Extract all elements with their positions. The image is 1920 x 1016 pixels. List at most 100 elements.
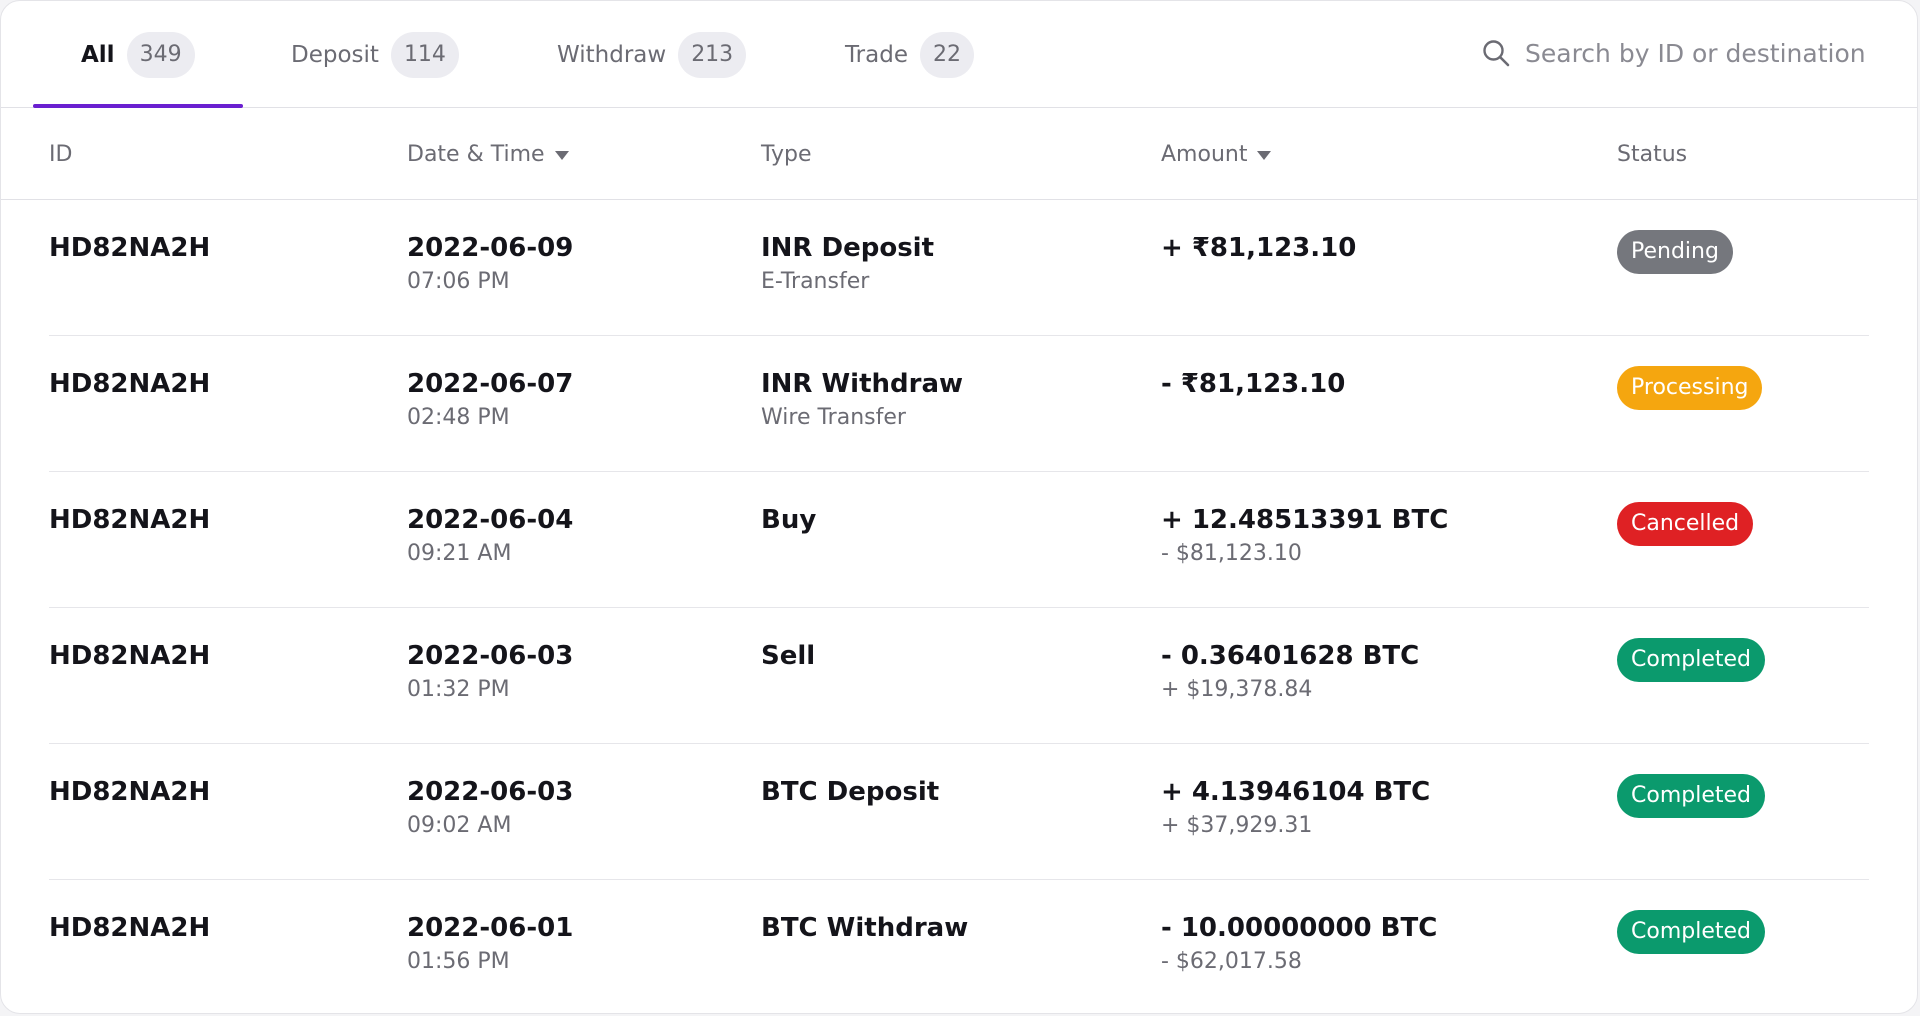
status-cell: Completed <box>1617 638 1765 682</box>
column-label: Amount <box>1161 141 1248 167</box>
column-header-type: Type <box>761 108 812 200</box>
transaction-id: HD82NA2H <box>49 369 211 399</box>
tab-label: Deposit <box>291 41 379 68</box>
transaction-id: HD82NA2H <box>49 913 211 943</box>
status-cell: Processing <box>1617 366 1763 410</box>
column-label: ID <box>49 141 73 167</box>
status-badge: Completed <box>1617 910 1765 954</box>
transaction-date: 2022-06-01 <box>407 913 574 943</box>
transaction-date: 2022-06-04 <box>407 505 574 535</box>
tab-withdraw[interactable]: Withdraw 213 <box>557 1 747 108</box>
tab-count-badge: 349 <box>126 31 195 78</box>
amount-cell: + ₹81,123.10 <box>1161 230 1356 266</box>
transaction-amount: + 12.48513391 BTC <box>1161 505 1449 535</box>
search-icon <box>1481 38 1511 68</box>
amount-cell: + 4.13946104 BTC + $37,929.31 <box>1161 774 1430 842</box>
id-cell: HD82NA2H <box>49 774 210 810</box>
status-badge: Completed <box>1617 638 1765 682</box>
table-row[interactable]: HD82NA2H 2022-06-01 01:56 PM BTC Withdra… <box>1 880 1917 1013</box>
transaction-amount: - ₹81,123.10 <box>1161 369 1346 399</box>
column-label: Date & Time <box>407 141 545 167</box>
tab-all[interactable]: All 349 <box>81 1 195 108</box>
transaction-amount-secondary: + $37,929.31 <box>1161 813 1313 838</box>
transaction-date: 2022-06-03 <box>407 641 574 671</box>
date-cell: 2022-06-09 07:06 PM <box>407 230 573 298</box>
status-cell: Pending <box>1617 230 1733 274</box>
transaction-date: 2022-06-09 <box>407 233 574 263</box>
column-header-id: ID <box>49 108 72 200</box>
transaction-type: INR Deposit <box>761 233 935 263</box>
transaction-type: BTC Deposit <box>761 777 940 807</box>
status-cell: Completed <box>1617 910 1765 954</box>
amount-cell: - 10.00000000 BTC - $62,017.58 <box>1161 910 1437 978</box>
transaction-type: INR Withdraw <box>761 369 964 399</box>
transaction-time: 02:48 PM <box>407 405 510 430</box>
table-row[interactable]: HD82NA2H 2022-06-09 07:06 PM INR Deposit… <box>1 200 1917 336</box>
transaction-id: HD82NA2H <box>49 505 211 535</box>
transactions-table-body: HD82NA2H 2022-06-09 07:06 PM INR Deposit… <box>1 200 1917 1013</box>
transaction-date: 2022-06-07 <box>407 369 574 399</box>
status-badge: Pending <box>1617 230 1733 274</box>
id-cell: HD82NA2H <box>49 910 210 946</box>
search-input[interactable] <box>1525 38 1885 68</box>
type-cell: INR Deposit E-Transfer <box>761 230 934 298</box>
column-header-date-time[interactable]: Date & Time <box>407 108 569 200</box>
table-row[interactable]: HD82NA2H 2022-06-07 02:48 PM INR Withdra… <box>1 336 1917 472</box>
type-cell: INR Withdraw Wire Transfer <box>761 366 963 434</box>
status-badge: Cancelled <box>1617 502 1754 546</box>
tab-count-badge: 114 <box>390 31 459 78</box>
type-cell: Sell <box>761 638 815 674</box>
transaction-time: 07:06 PM <box>407 269 510 294</box>
caret-down-icon[interactable] <box>554 150 569 160</box>
amount-cell: - ₹81,123.10 <box>1161 366 1345 402</box>
status-cell: Completed <box>1617 774 1765 818</box>
transaction-amount-secondary: + $19,378.84 <box>1161 677 1313 702</box>
table-header: ID Date & Time Type Amount Status <box>1 108 1917 200</box>
type-cell: BTC Deposit <box>761 774 939 810</box>
transaction-time: 01:32 PM <box>407 677 510 702</box>
transaction-amount: - 0.36401628 BTC <box>1161 641 1420 671</box>
amount-cell: - 0.36401628 BTC + $19,378.84 <box>1161 638 1419 706</box>
transaction-type: Buy <box>761 505 817 535</box>
transaction-id: HD82NA2H <box>49 641 211 671</box>
caret-down-icon[interactable] <box>1257 150 1272 160</box>
id-cell: HD82NA2H <box>49 230 210 266</box>
transaction-amount: + ₹81,123.10 <box>1161 233 1357 263</box>
transaction-date: 2022-06-03 <box>407 777 574 807</box>
table-row[interactable]: HD82NA2H 2022-06-04 09:21 AM Buy + 12.48… <box>1 472 1917 608</box>
column-label: Type <box>761 141 812 167</box>
transaction-method: E-Transfer <box>761 269 870 294</box>
table-row[interactable]: HD82NA2H 2022-06-03 01:32 PM Sell - 0.36… <box>1 608 1917 744</box>
status-badge: Completed <box>1617 774 1765 818</box>
search-box[interactable] <box>1481 31 1885 75</box>
transaction-type: BTC Withdraw <box>761 913 969 943</box>
filter-tabs: All 349 Deposit 114 Withdraw 213 Trade 2… <box>1 1 1917 108</box>
id-cell: HD82NA2H <box>49 366 210 402</box>
tab-label: Withdraw <box>557 41 667 68</box>
transaction-amount-secondary: - $62,017.58 <box>1161 949 1302 974</box>
tab-deposit[interactable]: Deposit 114 <box>291 1 459 108</box>
transaction-method: Wire Transfer <box>761 405 906 430</box>
tab-trade[interactable]: Trade 22 <box>845 1 974 108</box>
date-cell: 2022-06-04 09:21 AM <box>407 502 573 570</box>
column-label: Status <box>1617 141 1688 167</box>
tab-label: Trade <box>845 41 908 68</box>
table-row[interactable]: HD82NA2H 2022-06-03 09:02 AM BTC Deposit… <box>1 744 1917 880</box>
tab-label: All <box>81 41 115 68</box>
transactions-card: All 349 Deposit 114 Withdraw 213 Trade 2… <box>0 0 1918 1014</box>
amount-cell: + 12.48513391 BTC - $81,123.10 <box>1161 502 1448 570</box>
column-header-amount[interactable]: Amount <box>1161 108 1272 200</box>
transaction-id: HD82NA2H <box>49 233 211 263</box>
date-cell: 2022-06-07 02:48 PM <box>407 366 573 434</box>
id-cell: HD82NA2H <box>49 638 210 674</box>
transaction-amount: - 10.00000000 BTC <box>1161 913 1438 943</box>
status-cell: Cancelled <box>1617 502 1754 546</box>
tab-count-badge: 22 <box>919 31 974 78</box>
transaction-type: Sell <box>761 641 816 671</box>
date-cell: 2022-06-03 01:32 PM <box>407 638 573 706</box>
column-header-status: Status <box>1617 108 1687 200</box>
type-cell: Buy <box>761 502 816 538</box>
transaction-amount-secondary: - $81,123.10 <box>1161 541 1302 566</box>
transaction-time: 09:21 AM <box>407 541 512 566</box>
type-cell: BTC Withdraw <box>761 910 968 946</box>
